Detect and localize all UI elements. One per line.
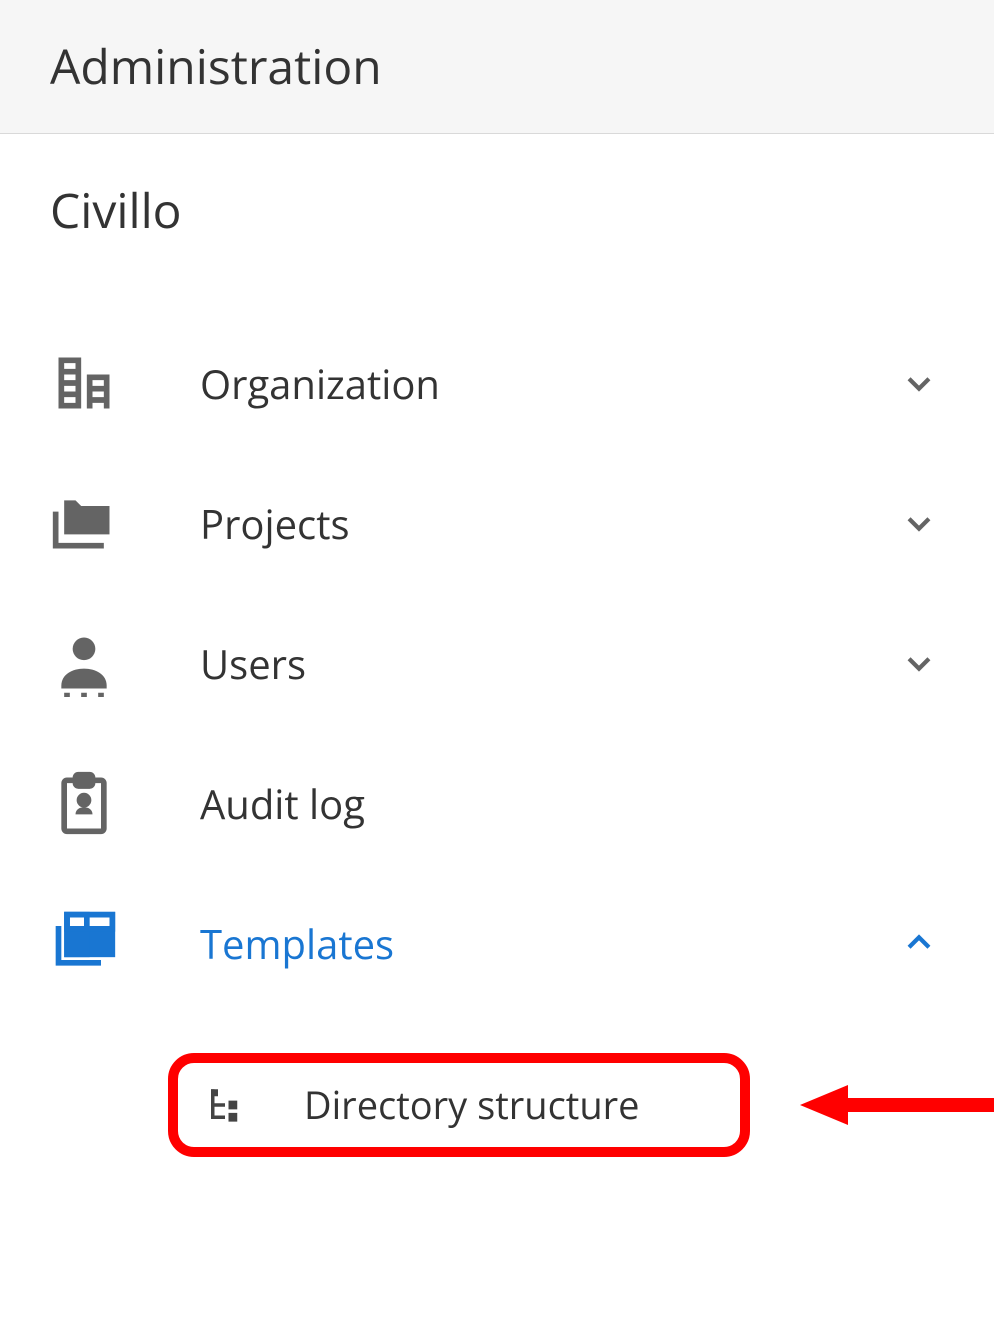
nav-item-users[interactable]: Users bbox=[50, 593, 944, 733]
sidebar-panel: Civillo Organization Projects bbox=[0, 134, 994, 1157]
person-icon bbox=[50, 629, 140, 697]
chevron-up-icon bbox=[894, 926, 944, 960]
building-icon bbox=[50, 349, 140, 417]
nav-item-templates[interactable]: Templates bbox=[50, 873, 944, 1013]
nav-item-organization[interactable]: Organization bbox=[50, 313, 944, 453]
chevron-down-icon bbox=[894, 366, 944, 400]
organization-name: Civillo bbox=[50, 178, 944, 243]
chevron-down-icon bbox=[894, 646, 944, 680]
chevron-down-icon bbox=[894, 506, 944, 540]
templates-icon bbox=[50, 909, 140, 977]
page-header: Administration bbox=[0, 0, 994, 134]
arrow-left-icon bbox=[800, 1080, 994, 1130]
templates-submenu: Directory structure bbox=[50, 1053, 944, 1157]
sub-label-directory-structure: Directory structure bbox=[252, 1079, 640, 1131]
nav-item-projects[interactable]: Projects bbox=[50, 453, 944, 593]
tree-icon bbox=[198, 1084, 252, 1126]
sub-item-directory-structure[interactable]: Directory structure bbox=[168, 1053, 750, 1157]
page-title: Administration bbox=[50, 34, 944, 99]
nav-label-templates: Templates bbox=[140, 916, 894, 971]
folders-icon bbox=[50, 489, 140, 557]
nav-label-projects: Projects bbox=[140, 496, 894, 551]
nav-label-audit-log: Audit log bbox=[140, 776, 894, 831]
clipboard-icon bbox=[50, 769, 140, 837]
nav-label-organization: Organization bbox=[140, 356, 894, 411]
nav-item-audit-log[interactable]: Audit log bbox=[50, 733, 944, 873]
nav-label-users: Users bbox=[140, 636, 894, 691]
